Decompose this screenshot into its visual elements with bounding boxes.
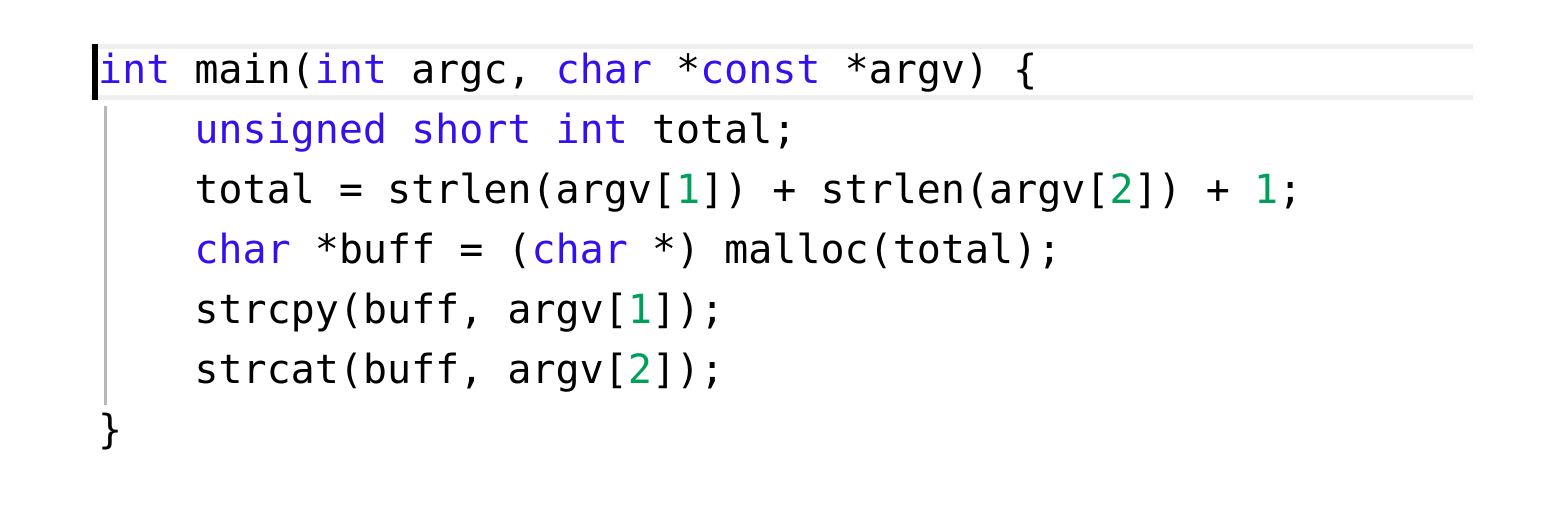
code-line[interactable]: strcpy(buff, argv[1]); xyxy=(98,280,1302,340)
code-token-plain: *argv) { xyxy=(820,47,1038,93)
code-token-number: 1 xyxy=(1253,167,1279,213)
code-token-plain: *) malloc(total); xyxy=(627,227,1062,273)
code-token-keyword: int xyxy=(98,47,171,93)
code-token-plain: } xyxy=(98,407,123,453)
code-token-keyword: int xyxy=(314,47,387,93)
code-token-plain: total = strlen(argv[ xyxy=(98,167,676,213)
code-token-plain: ; xyxy=(1278,167,1303,213)
code-token-plain: ]); xyxy=(651,347,725,393)
code-line[interactable]: } xyxy=(98,400,1302,460)
code-token-plain: main( xyxy=(170,47,315,93)
code-token-plain: argc, xyxy=(387,47,556,93)
code-token-number: 2 xyxy=(627,347,652,393)
code-line[interactable]: int main(int argc, char *const *argv) { xyxy=(98,40,1302,100)
code-line[interactable]: unsigned short int total; xyxy=(98,100,1302,160)
code-token-keyword: char xyxy=(555,47,652,93)
code-token-plain: *buff = ( xyxy=(290,227,532,273)
code-line[interactable]: char *buff = (char *) malloc(total); xyxy=(98,220,1302,280)
code-token-keyword: char xyxy=(531,227,628,273)
code-token-plain: strcpy(buff, argv[ xyxy=(98,287,628,333)
code-token-number: 2 xyxy=(1109,167,1134,213)
code-line[interactable]: total = strlen(argv[1]) + strlen(argv[2]… xyxy=(98,160,1302,220)
code-text-area[interactable]: int main(int argc, char *const *argv) { … xyxy=(98,40,1302,460)
code-token-number: 1 xyxy=(675,167,701,213)
code-token-plain: * xyxy=(651,47,701,93)
code-token-plain: ]); xyxy=(651,287,725,333)
code-token-keyword: unsigned short int xyxy=(194,107,628,153)
code-token-plain: strcat(buff, argv[ xyxy=(98,347,628,393)
code-token-plain: ]) + xyxy=(1133,167,1254,213)
code-token-keyword: const xyxy=(700,47,821,93)
code-token-number: 1 xyxy=(627,287,652,333)
code-editor[interactable]: int main(int argc, char *const *argv) { … xyxy=(0,0,1550,506)
code-token-plain: total; xyxy=(627,107,797,153)
code-token-plain: ]) + strlen(argv[ xyxy=(700,167,1110,213)
code-line[interactable]: strcat(buff, argv[2]); xyxy=(98,340,1302,400)
code-token-keyword: char xyxy=(194,227,291,273)
